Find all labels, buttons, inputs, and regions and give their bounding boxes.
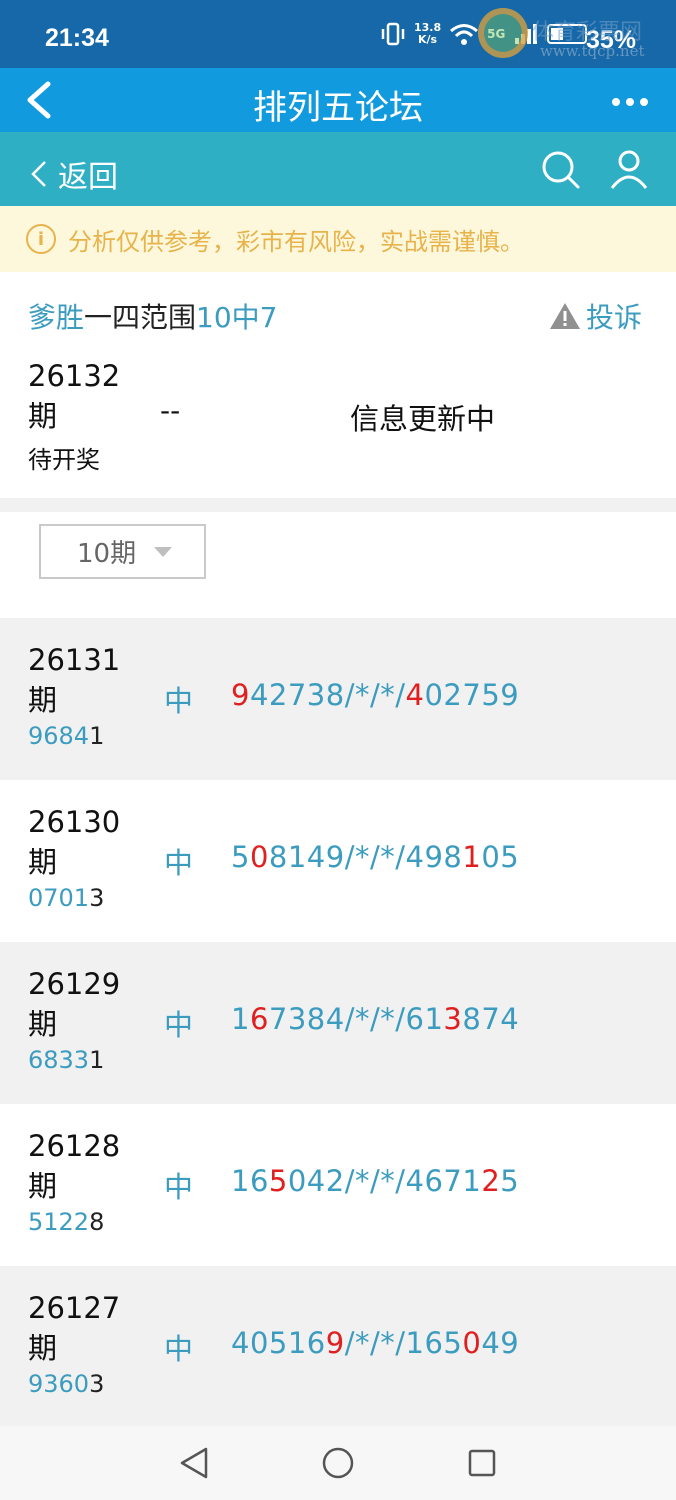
vibrate-icon bbox=[381, 22, 405, 46]
history-row[interactable]: 26131 期 96841 中 942738/*/*/402759 bbox=[0, 618, 676, 780]
status-bar: 21:34 13.8 K/s 5G 35% 体育彩票网 www.tqcp.net bbox=[0, 0, 676, 68]
more-options-icon[interactable] bbox=[612, 98, 648, 106]
app-bar: 排列五论坛 bbox=[0, 68, 676, 132]
complain-button[interactable]: 投诉 bbox=[548, 296, 642, 336]
hit-rate: 10中7 bbox=[196, 301, 278, 334]
prediction-numbers: 942738/*/*/402759 bbox=[231, 678, 520, 712]
user-icon[interactable] bbox=[608, 148, 650, 190]
draw-result: 96841 bbox=[28, 722, 105, 750]
hit-status: 中 bbox=[164, 1008, 194, 1042]
prediction-numbers: 167384/*/*/613874 bbox=[231, 1002, 520, 1036]
history-row[interactable]: 26129 期 68331 中 167384/*/*/613874 bbox=[0, 942, 676, 1104]
history-list: 26131 期 96841 中 942738/*/*/402759 26130 期 07013… bbox=[0, 618, 676, 1428]
caret-down-icon bbox=[154, 546, 173, 557]
notice-text: 分析仅供参考，彩市有风险，实战需谨慎。 bbox=[68, 227, 524, 256]
draw-result: 07013 bbox=[28, 884, 105, 912]
complain-label: 投诉 bbox=[586, 301, 643, 334]
post-title: 一四范围 bbox=[84, 301, 197, 334]
net-speed: 13.8 K/s bbox=[414, 21, 442, 46]
chevron-left-icon bbox=[31, 161, 46, 187]
hit-status: 中 bbox=[164, 846, 194, 880]
prediction-numbers: 508149/*/*/498105 bbox=[231, 840, 520, 874]
back-label: 返回 bbox=[58, 160, 118, 195]
current-prediction: -- bbox=[160, 394, 181, 427]
post-heading: 爹胜一四范围10中7 bbox=[28, 296, 277, 336]
history-row[interactable]: 26130 期 07013 中 508149/*/*/498105 bbox=[0, 780, 676, 942]
watermark-logo bbox=[478, 8, 528, 58]
draw-result: 68331 bbox=[28, 1046, 105, 1074]
hit-status: 中 bbox=[164, 1170, 194, 1204]
current-issue: 26132 期 bbox=[28, 359, 121, 433]
back-button[interactable]: 返回 bbox=[30, 152, 118, 196]
issue-number: 26129 期 bbox=[28, 967, 121, 1041]
page-title: 排列五论坛 bbox=[253, 88, 423, 128]
history-row[interactable]: 26128 期 51228 中 165042/*/*/467125 bbox=[0, 1104, 676, 1266]
history-row[interactable]: 26127 期 93603 中 405169/*/*/165049 bbox=[0, 1266, 676, 1428]
period-count-select[interactable]: 10期 bbox=[39, 524, 206, 579]
info-icon: i bbox=[26, 224, 56, 254]
sub-nav-bar: 返回 bbox=[0, 132, 676, 206]
search-icon[interactable] bbox=[540, 149, 582, 191]
select-value: 10期 bbox=[77, 539, 137, 569]
draw-result: 93603 bbox=[28, 1370, 105, 1398]
filter-area: 10期 bbox=[0, 512, 676, 618]
warning-icon bbox=[550, 303, 580, 329]
prediction-numbers: 165042/*/*/467125 bbox=[231, 1164, 520, 1198]
hit-status: 中 bbox=[164, 1332, 194, 1366]
nav-recents-icon[interactable] bbox=[466, 1446, 498, 1480]
hit-status: 中 bbox=[164, 684, 194, 718]
clock: 21:34 bbox=[45, 24, 109, 52]
watermark-url: www.tqcp.net bbox=[540, 42, 645, 60]
issue-number: 26127 期 bbox=[28, 1291, 121, 1365]
draw-status: 待开奖 bbox=[28, 446, 100, 474]
author-name[interactable]: 爹胜 bbox=[28, 301, 84, 334]
nav-home-icon[interactable] bbox=[321, 1446, 355, 1480]
draw-result: 51228 bbox=[28, 1208, 105, 1236]
system-nav-bar bbox=[0, 1426, 676, 1500]
issue-number: 26128 期 bbox=[28, 1129, 121, 1203]
issue-number: 26131 期 bbox=[28, 643, 121, 717]
post-card: 爹胜一四范围10中7 投诉 26132 期 待开奖 -- 信息更新中 bbox=[0, 272, 676, 498]
prediction-numbers: 405169/*/*/165049 bbox=[231, 1326, 520, 1360]
risk-notice: i 分析仅供参考，彩市有风险，实战需谨慎。 bbox=[0, 206, 676, 272]
nav-back-icon[interactable] bbox=[178, 1446, 210, 1480]
wifi-icon bbox=[450, 24, 479, 45]
issue-number: 26130 期 bbox=[28, 805, 121, 879]
update-note: 信息更新中 bbox=[350, 402, 496, 436]
